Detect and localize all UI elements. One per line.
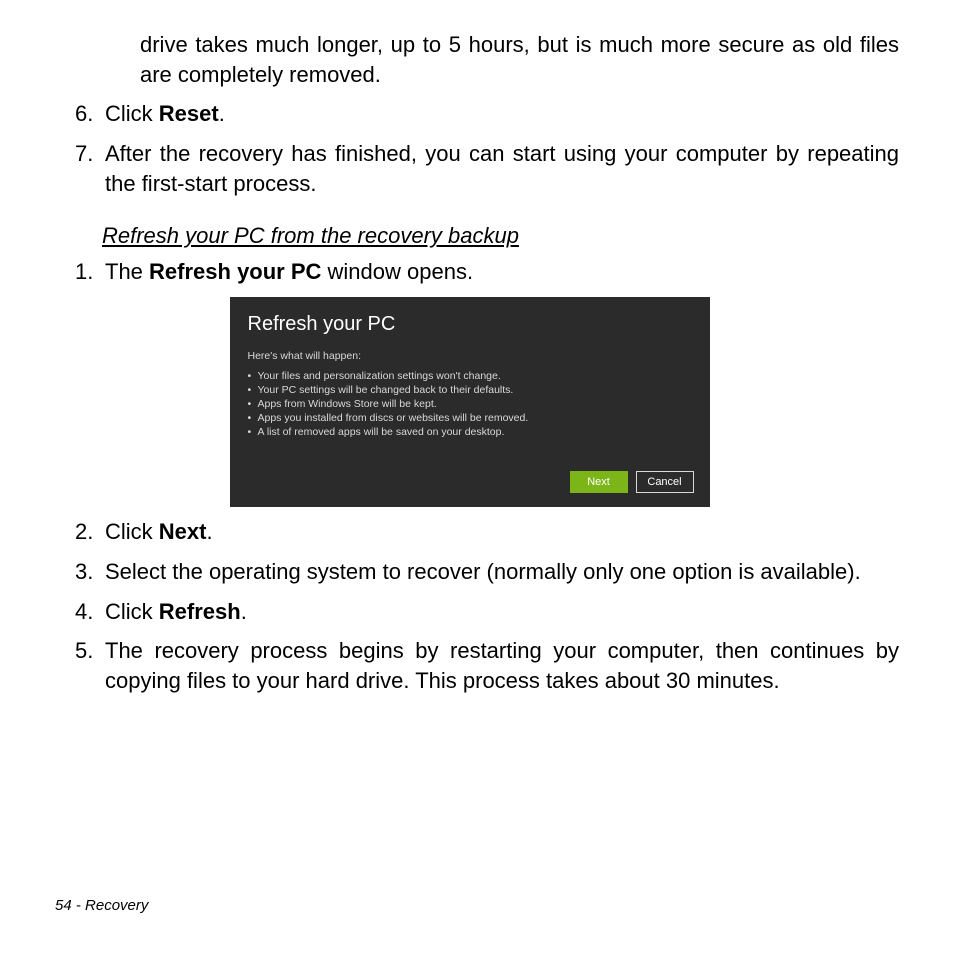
step-text-bold: Reset	[159, 101, 219, 126]
step-item: 4. Click Refresh.	[40, 597, 899, 627]
step-text-post: .	[206, 519, 212, 544]
step-number: 4.	[75, 597, 93, 627]
step-text-pre: Click	[105, 101, 159, 126]
dialog-bullet-item: Your PC settings will be changed back to…	[248, 384, 692, 396]
step-text-pre: The recovery process begins by restartin…	[105, 638, 899, 693]
step-text-bold: Refresh	[159, 599, 241, 624]
dialog-subtitle: Here's what will happen:	[248, 350, 692, 362]
steps-list-a: 6. Click Reset. 7. After the recovery ha…	[40, 99, 899, 198]
refresh-pc-dialog: Refresh your PC Here's what will happen:…	[230, 297, 710, 507]
step-item: 5. The recovery process begins by restar…	[40, 636, 899, 695]
embedded-screenshot: Refresh your PC Here's what will happen:…	[40, 297, 899, 507]
step-item: 7. After the recovery has finished, you …	[40, 139, 899, 198]
step-text-pre: Click	[105, 519, 159, 544]
step-number: 5.	[75, 636, 93, 666]
dialog-button-row: Next Cancel	[570, 471, 694, 493]
dialog-bullet-item: A list of removed apps will be saved on …	[248, 426, 692, 438]
step-number: 3.	[75, 557, 93, 587]
step-text-post: window opens.	[321, 259, 473, 284]
dialog-title: Refresh your PC	[248, 313, 692, 336]
step-text-pre: Click	[105, 599, 159, 624]
step-number: 6.	[75, 99, 93, 129]
step-text-bold: Next	[159, 519, 207, 544]
step-item: 2. Click Next.	[40, 517, 899, 547]
step-item: 1. The Refresh your PC window opens.	[40, 257, 899, 287]
next-button[interactable]: Next	[570, 471, 628, 493]
document-page: drive takes much longer, up to 5 hours, …	[0, 0, 954, 954]
step-number: 2.	[75, 517, 93, 547]
step-text-post: .	[241, 599, 247, 624]
dialog-bullet-item: Apps from Windows Store will be kept.	[248, 398, 692, 410]
cancel-button[interactable]: Cancel	[636, 471, 694, 493]
steps-list-b-cont: 2. Click Next. 3. Select the operating s…	[40, 517, 899, 695]
dialog-bullet-item: Your files and personalization settings …	[248, 370, 692, 382]
dialog-bullet-list: Your files and personalization settings …	[248, 370, 692, 438]
step-text-pre: Select the operating system to recover (…	[105, 559, 861, 584]
step-item: 6. Click Reset.	[40, 99, 899, 129]
section-heading: Refresh your PC from the recovery backup	[102, 223, 899, 249]
step-text-pre: The	[105, 259, 149, 284]
page-footer: 54 - Recovery	[55, 897, 148, 914]
step-number: 7.	[75, 139, 93, 169]
step-text-bold: Refresh your PC	[149, 259, 321, 284]
step-item: 3. Select the operating system to recove…	[40, 557, 899, 587]
step-text-post: .	[219, 101, 225, 126]
dialog-bullet-item: Apps you installed from discs or website…	[248, 412, 692, 424]
steps-list-b: 1. The Refresh your PC window opens.	[40, 257, 899, 287]
step-text-pre: After the recovery has finished, you can…	[105, 141, 899, 196]
continuation-paragraph: drive takes much longer, up to 5 hours, …	[140, 30, 899, 89]
step-number: 1.	[75, 257, 93, 287]
